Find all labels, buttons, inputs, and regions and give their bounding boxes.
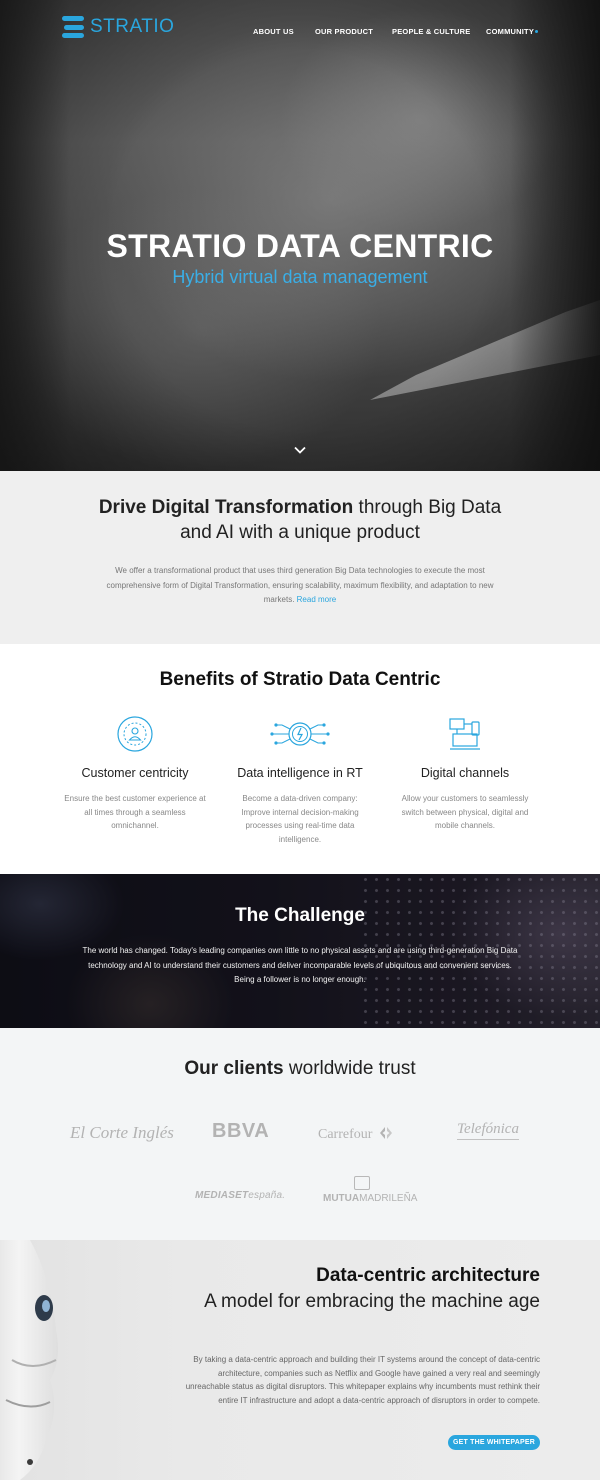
intro-heading-rest-2: and AI with a unique product (180, 522, 420, 543)
nav-community[interactable]: COMMUNITY (486, 27, 534, 36)
hero-title: STRATIO DATA CENTRIC (106, 228, 494, 264)
hero-section: STRATIO ABOUT US OUR PRODUCT PEOPLE & CU… (0, 0, 600, 471)
challenge-section: The Challenge The world has changed. Tod… (0, 874, 600, 1028)
mutua-logo-text: MUTUA (323, 1193, 360, 1204)
mediaset-logo-suffix: españa. (248, 1190, 286, 1201)
mutua-logo-suffix: MADRILEÑA (359, 1193, 418, 1204)
clients-heading-rest: worldwide trust (283, 1058, 416, 1079)
carrefour-logo: Carrefour (318, 1124, 393, 1143)
benefit-body: Allow your customers to seamlessly switc… (401, 794, 529, 830)
mediaset-logo: MEDIASETespaña. (195, 1190, 285, 1201)
benefit-title: Data intelligence in RT (237, 766, 363, 780)
intro-heading-bold: Drive Digital Transformation (98, 497, 354, 518)
benefit-title: Digital channels (420, 766, 510, 780)
main-nav: ABOUT US OUR PRODUCT PEOPLE & CULTURE CO… (0, 27, 600, 41)
benefit-customer-centricity: Customer centricity Ensure the best cust… (60, 714, 210, 833)
clients-heading-bold: Our clients (184, 1058, 284, 1079)
get-whitepaper-button[interactable]: GET THE WHITEPAPER (448, 1435, 540, 1450)
bbva-logo: BBVA (212, 1120, 270, 1142)
benefits-heading: Benefits of Stratio Data Centric (159, 669, 441, 690)
data-intelligence-icon (225, 714, 375, 754)
el-corte-ingles-logo: El Corte Inglés (70, 1123, 174, 1142)
nav-our-product[interactable]: OUR PRODUCT (315, 27, 373, 36)
benefit-digital-channels: Digital channels Allow your customers to… (390, 714, 540, 833)
hero-subtitle: Hybrid virtual data management (172, 267, 428, 287)
telefonica-logo: Telefónica (457, 1121, 519, 1140)
benefit-body: Ensure the best customer experience at a… (64, 794, 206, 830)
carrefour-logo-text: Carrefour (318, 1127, 373, 1142)
architecture-section: Data-centric architecture A model for em… (0, 1240, 600, 1480)
robot-face-image (0, 1240, 58, 1480)
carrefour-emblem-icon (379, 1127, 392, 1139)
challenge-body: The world has changed. Today's leading c… (82, 946, 518, 984)
top-navigation: STRATIO ABOUT US OUR PRODUCT PEOPLE & CU… (0, 0, 600, 64)
mutua-crest-icon (354, 1176, 370, 1190)
benefit-body: Become a data-driven company: Improve in… (241, 794, 359, 844)
customer-icon (60, 714, 210, 754)
nav-indicator-dot (535, 30, 538, 33)
mediaset-logo-text: MEDIASET (195, 1190, 249, 1201)
intro-text: We offer a transformational product that… (96, 564, 504, 608)
chevron-down-icon[interactable] (294, 444, 306, 456)
nav-about-us[interactable]: ABOUT US (253, 27, 294, 36)
architecture-body: By taking a data-centric approach and bu… (185, 1355, 540, 1405)
architecture-subheading: A model for embracing the machine age (204, 1291, 540, 1312)
digital-channels-icon (390, 714, 540, 754)
mutua-madrilena-logo: MUTUAMADRILEÑA (323, 1176, 417, 1204)
benefit-title: Customer centricity (81, 766, 189, 780)
benefits-section: Benefits of Stratio Data Centric Custome… (0, 644, 600, 874)
challenge-heading: The Challenge (235, 905, 365, 926)
intro-heading: Drive Digital Transformation through Big… (0, 495, 600, 545)
benefit-data-intelligence: Data intelligence in RT Become a data-dr… (225, 714, 375, 846)
intro-section: Drive Digital Transformation through Big… (0, 471, 600, 644)
nav-people-culture[interactable]: PEOPLE & CULTURE (392, 27, 470, 36)
clients-heading: Our clients worldwide trust (0, 1058, 600, 1080)
intro-heading-rest-1: through Big Data (353, 497, 502, 518)
read-more-link[interactable]: Read more (297, 595, 337, 604)
clients-section: Our clients worldwide trust El Corte Ing… (0, 1028, 600, 1240)
architecture-heading: Data-centric architecture (316, 1265, 540, 1286)
